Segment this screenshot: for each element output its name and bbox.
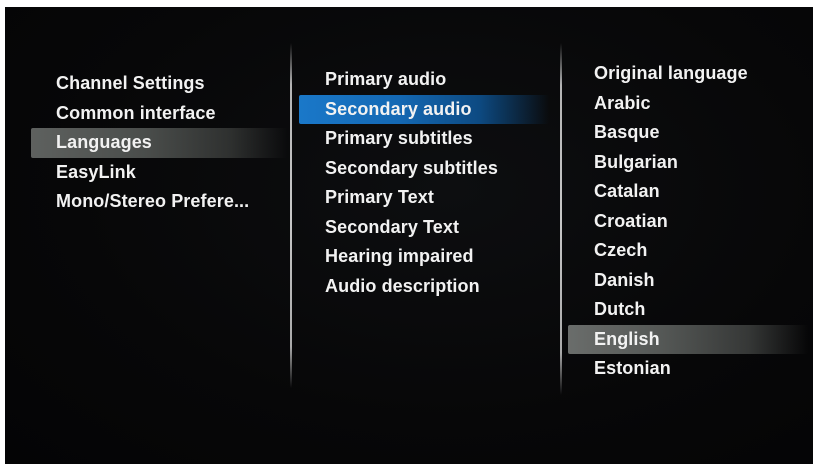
language-estonian[interactable]: Estonian <box>568 354 808 384</box>
option-primary-text[interactable]: Primary Text <box>299 183 549 213</box>
language-danish[interactable]: Danish <box>568 266 808 296</box>
option-primary-subtitles[interactable]: Primary subtitles <box>299 124 549 154</box>
language-basque[interactable]: Basque <box>568 118 808 148</box>
column-divider <box>560 43 562 395</box>
language-catalan[interactable]: Catalan <box>568 177 808 207</box>
option-secondary-audio[interactable]: Secondary audio <box>299 94 549 124</box>
language-czech[interactable]: Czech <box>568 236 808 266</box>
option-audio-description[interactable]: Audio description <box>299 272 549 302</box>
menu-item-common-interface[interactable]: Common interface <box>31 99 287 129</box>
language-arabic[interactable]: Arabic <box>568 89 808 119</box>
settings-category-list: Channel Settings Common interface Langua… <box>31 69 287 217</box>
language-original[interactable]: Original language <box>568 59 808 89</box>
menu-item-channel-settings[interactable]: Channel Settings <box>31 69 287 99</box>
tv-menu-screen: Channel Settings Common interface Langua… <box>5 7 813 464</box>
language-bulgarian[interactable]: Bulgarian <box>568 148 808 178</box>
option-primary-audio[interactable]: Primary audio <box>299 65 549 95</box>
menu-item-mono-stereo-preference[interactable]: Mono/Stereo Prefere... <box>31 187 287 217</box>
column-divider <box>290 43 292 388</box>
menu-item-easylink[interactable]: EasyLink <box>31 158 287 188</box>
language-english[interactable]: English <box>568 324 808 354</box>
language-options-list: Primary audio Secondary audio Primary su… <box>299 65 549 301</box>
option-secondary-subtitles[interactable]: Secondary subtitles <box>299 154 549 184</box>
menu-item-languages[interactable]: Languages <box>31 128 287 158</box>
language-dutch[interactable]: Dutch <box>568 295 808 325</box>
option-hearing-impaired[interactable]: Hearing impaired <box>299 242 549 272</box>
option-secondary-text[interactable]: Secondary Text <box>299 213 549 243</box>
language-value-list: Original language Arabic Basque Bulgaria… <box>568 59 808 384</box>
language-croatian[interactable]: Croatian <box>568 207 808 237</box>
